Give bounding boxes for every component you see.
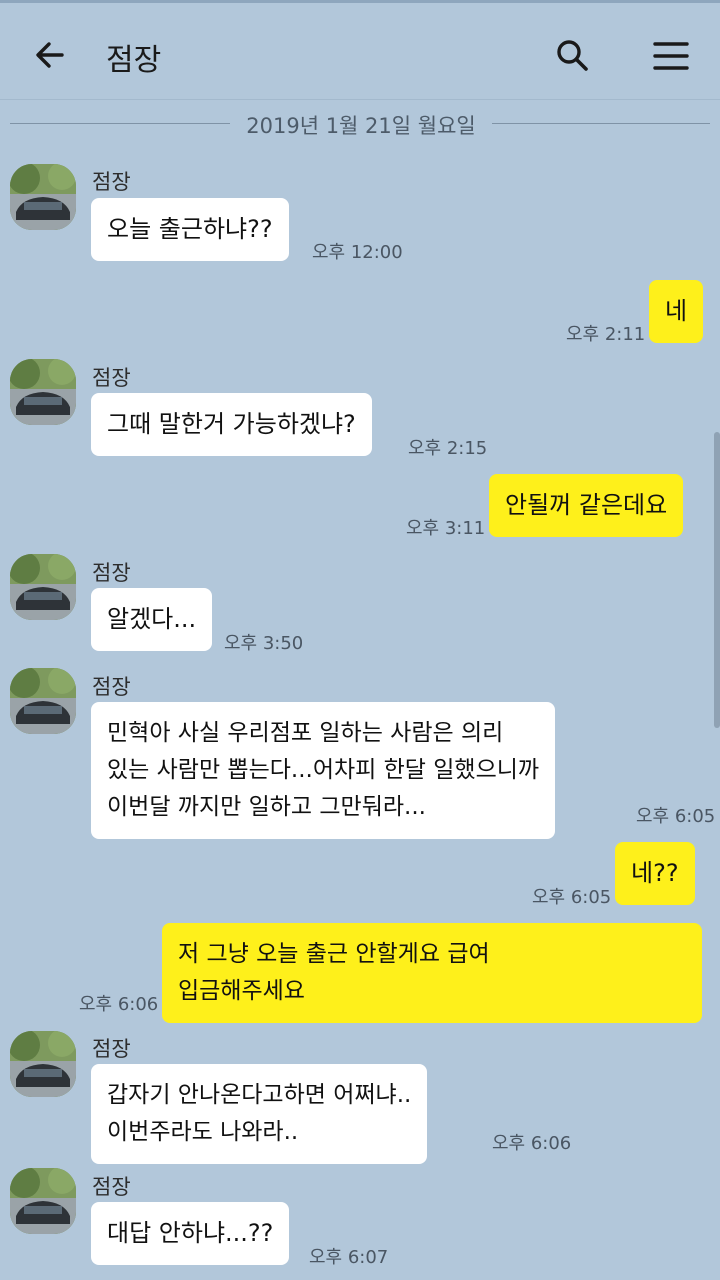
date-divider: 2019년 1월 21일 월요일 bbox=[10, 108, 710, 138]
avatar[interactable] bbox=[10, 359, 76, 425]
message-bubble-outgoing[interactable]: 안될꺼 같은데요 bbox=[489, 474, 684, 537]
divider-line-right bbox=[492, 123, 710, 124]
message-time: 오후 6:06 bbox=[79, 994, 159, 1015]
sender-name: 점장 bbox=[92, 366, 131, 390]
message-bubble-incoming[interactable]: 오늘 출근하냐?? bbox=[91, 198, 289, 261]
avatar[interactable] bbox=[10, 668, 76, 734]
message-time: 오후 2:15 bbox=[408, 438, 488, 459]
message-bubble-incoming[interactable]: 민혁아 사실 우리점포 일하는 사람은 의리 있는 사람만 뽑는다...어차피 … bbox=[91, 702, 556, 839]
hamburger-menu-icon[interactable] bbox=[652, 39, 690, 73]
message-time: 오후 3:50 bbox=[224, 633, 304, 654]
search-icon[interactable] bbox=[554, 37, 590, 73]
chat-title: 점장 bbox=[106, 43, 162, 78]
sender-name: 점장 bbox=[92, 1175, 131, 1199]
message-time: 오후 3:11 bbox=[406, 518, 486, 539]
message-time: 오후 6:07 bbox=[309, 1247, 389, 1268]
message-time: 오후 2:11 bbox=[566, 324, 646, 345]
chat-header: 점장 bbox=[0, 0, 720, 100]
sender-name: 점장 bbox=[92, 675, 131, 699]
message-bubble-incoming[interactable]: 그때 말한거 가능하겠냐? bbox=[91, 393, 372, 456]
date-label: 2019년 1월 21일 월요일 bbox=[246, 114, 476, 138]
message-bubble-outgoing[interactable]: 저 그냥 오늘 출근 안할게요 급여 입금해주세요 bbox=[162, 923, 702, 1023]
avatar[interactable] bbox=[10, 554, 76, 620]
message-time: 오후 12:00 bbox=[312, 242, 403, 263]
message-bubble-outgoing[interactable]: 네 bbox=[649, 280, 704, 343]
divider-line-left bbox=[10, 123, 230, 124]
arrow-left-icon[interactable] bbox=[32, 37, 68, 73]
avatar[interactable] bbox=[10, 164, 76, 230]
message-time: 오후 6:05 bbox=[636, 806, 716, 827]
message-bubble-incoming[interactable]: 갑자기 안나온다고하면 어쩌냐.. 이번주라도 나와라.. bbox=[91, 1064, 428, 1164]
sender-name: 점장 bbox=[92, 1037, 131, 1061]
message-time: 오후 6:05 bbox=[532, 887, 612, 908]
message-bubble-outgoing[interactable]: 네?? bbox=[615, 842, 695, 905]
avatar[interactable] bbox=[10, 1031, 76, 1097]
message-time: 오후 6:06 bbox=[492, 1133, 572, 1154]
sender-name: 점장 bbox=[92, 170, 131, 194]
scrollbar[interactable] bbox=[714, 432, 720, 728]
message-bubble-incoming[interactable]: 알겠다... bbox=[91, 588, 213, 651]
message-bubble-incoming[interactable]: 대답 안하냐...?? bbox=[91, 1202, 290, 1265]
avatar[interactable] bbox=[10, 1168, 76, 1234]
sender-name: 점장 bbox=[92, 561, 131, 585]
